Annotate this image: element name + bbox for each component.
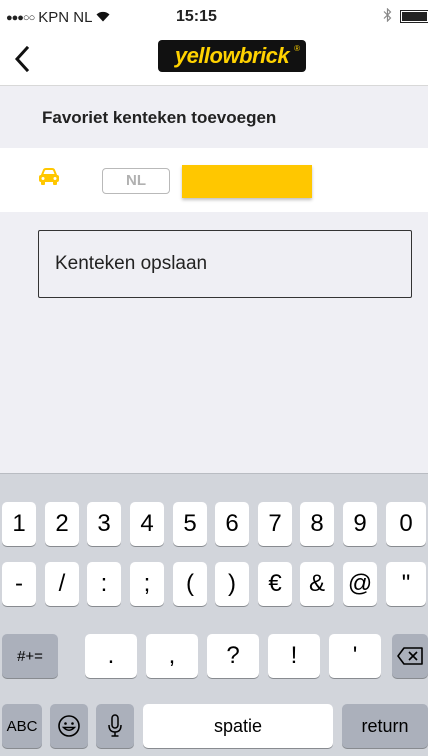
- chevron-left-icon: [14, 45, 30, 73]
- key-9[interactable]: 9: [343, 502, 377, 546]
- status-right: [383, 7, 428, 25]
- space-key[interactable]: spatie: [143, 704, 333, 748]
- signal-strength: ●●●○○: [6, 11, 35, 24]
- key-symbols-toggle[interactable]: #+=: [2, 634, 58, 678]
- key-6[interactable]: 6: [215, 502, 249, 546]
- wifi-icon: [96, 10, 110, 25]
- key-8[interactable]: 8: [300, 502, 334, 546]
- key-colon[interactable]: :: [87, 562, 121, 606]
- status-bar: ●●●○○ KPN NL 15:15: [0, 0, 428, 34]
- emoji-key[interactable]: [50, 704, 88, 748]
- key-semicolon[interactable]: ;: [130, 562, 164, 606]
- key-slash[interactable]: /: [45, 562, 79, 606]
- key-4[interactable]: 4: [130, 502, 164, 546]
- key-exclamation[interactable]: !: [268, 634, 320, 678]
- key-close-paren[interactable]: ): [215, 562, 249, 606]
- key-apostrophe[interactable]: ': [329, 634, 381, 678]
- key-euro[interactable]: €: [258, 562, 292, 606]
- key-open-paren[interactable]: (: [173, 562, 207, 606]
- page-title: Favoriet kenteken toevoegen: [42, 108, 277, 127]
- carrier-info: ●●●○○ KPN NL: [6, 9, 110, 26]
- dictation-key[interactable]: [96, 704, 134, 748]
- key-2[interactable]: 2: [45, 502, 79, 546]
- license-plate-row: NL: [0, 148, 428, 212]
- country-selector[interactable]: NL: [102, 168, 170, 194]
- key-at[interactable]: @: [343, 562, 377, 606]
- delete-icon: [397, 647, 423, 665]
- carrier-name: KPN NL: [38, 9, 93, 26]
- key-question[interactable]: ?: [207, 634, 259, 678]
- key-dash[interactable]: -: [2, 562, 36, 606]
- license-plate-input[interactable]: [182, 165, 312, 198]
- logo-text: yellowbrick: [174, 43, 290, 68]
- delete-key[interactable]: [392, 634, 428, 678]
- navigation-bar: yellowbrick ®: [0, 34, 428, 86]
- yellowbrick-logo: yellowbrick ®: [158, 40, 306, 72]
- numeric-keyboard: 1 2 3 4 5 6 7 8 9 0 - / : ; ( ) € & @ " …: [0, 473, 428, 756]
- battery-icon: [400, 10, 428, 23]
- microphone-icon: [108, 714, 122, 737]
- return-key[interactable]: return: [342, 704, 428, 748]
- key-0[interactable]: 0: [386, 502, 426, 546]
- car-icon: [38, 168, 60, 188]
- key-comma[interactable]: ,: [146, 634, 198, 678]
- key-abc[interactable]: ABC: [2, 704, 42, 748]
- save-plate-button[interactable]: Kenteken opslaan: [38, 230, 412, 298]
- key-5[interactable]: 5: [173, 502, 207, 546]
- key-period[interactable]: .: [85, 634, 137, 678]
- logo-registered-mark: ®: [294, 44, 300, 53]
- key-7[interactable]: 7: [258, 502, 292, 546]
- bluetooth-icon: [383, 7, 392, 25]
- back-button[interactable]: [14, 42, 30, 78]
- key-1[interactable]: 1: [2, 502, 36, 546]
- key-3[interactable]: 3: [87, 502, 121, 546]
- key-ampersand[interactable]: &: [300, 562, 334, 606]
- key-quote[interactable]: ": [386, 562, 426, 606]
- clock: 15:15: [176, 8, 217, 25]
- emoji-icon: [58, 715, 80, 737]
